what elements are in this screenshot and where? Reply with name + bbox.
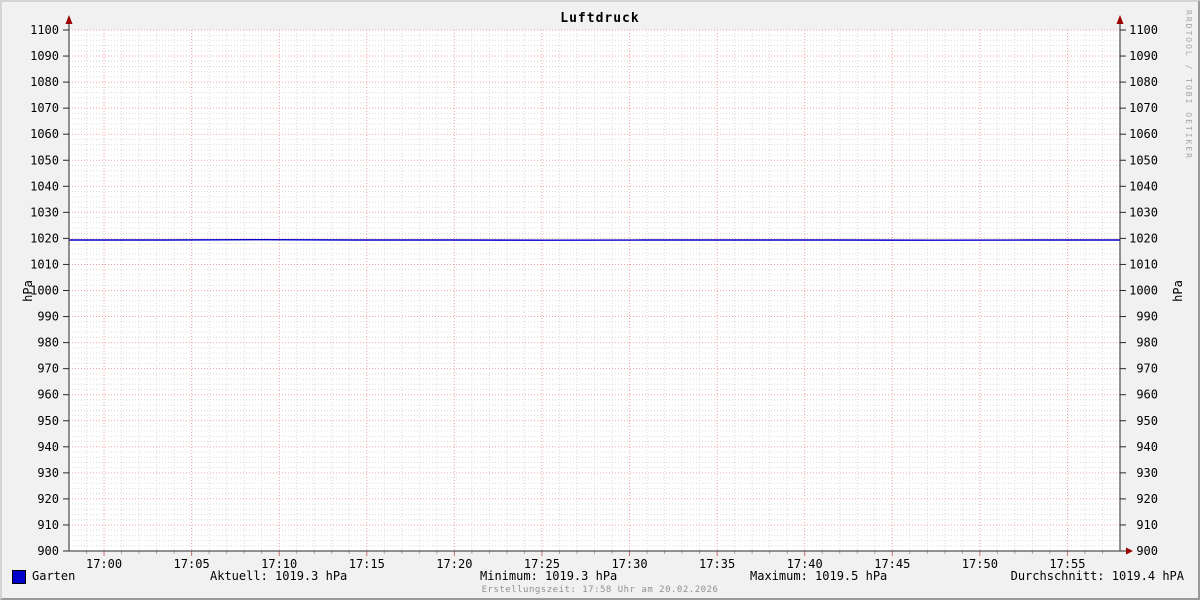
y-tick-label: 1100 <box>30 23 59 37</box>
y-tick-label: 1050 <box>30 153 59 167</box>
y-tick-label: 1060 <box>1129 127 1158 141</box>
legend-row: Garten Aktuell: 1019.3 hPa Minimum: 1019… <box>2 569 1198 585</box>
right-arrow-icon <box>1126 548 1133 555</box>
up-arrow-icon <box>1117 15 1124 24</box>
stat-aktuell: Aktuell: 1019.3 hPa <box>210 569 347 583</box>
y-tick-label: 1040 <box>30 179 59 193</box>
y-tick-label: 1030 <box>1129 205 1158 219</box>
y-tick-label: 1090 <box>30 49 59 63</box>
stat-minimum: Minimum: 1019.3 hPa <box>480 569 617 583</box>
y-tick-label: 990 <box>1136 310 1158 324</box>
y-tick-label: 960 <box>1136 388 1158 402</box>
plot-area: 900 900 910 910 920 920 930 930 940 940 950 950 960 9… <box>2 2 1200 602</box>
legend-swatch-garten <box>12 570 26 584</box>
y-tick-label: 1000 <box>1129 284 1158 298</box>
legend-series-label: Garten <box>32 569 75 583</box>
y-tick-label: 1080 <box>1129 75 1158 89</box>
y-tick-label: 980 <box>1136 336 1158 350</box>
up-arrow-icon <box>66 15 73 24</box>
stat-maximum: Maximum: 1019.5 hPa <box>750 569 887 583</box>
y-tick-label: 1030 <box>30 205 59 219</box>
y-tick-label: 1070 <box>30 101 59 115</box>
y-tick-label: 950 <box>1136 414 1158 428</box>
y-tick-label: 1060 <box>30 127 59 141</box>
y-tick-label: 960 <box>37 388 59 402</box>
stat-durchschnitt: Durchschnitt: 1019.4 hPA <box>1011 569 1184 583</box>
y-tick-label: 930 <box>37 466 59 480</box>
y-tick-label: 970 <box>1136 362 1158 376</box>
y-tick-label: 1100 <box>1129 23 1158 37</box>
y-tick-label: 990 <box>37 310 59 324</box>
x-axis-ticks <box>87 551 1103 556</box>
y-tick-label: 1020 <box>30 231 59 245</box>
y-tick-label: 1040 <box>1129 179 1158 193</box>
y-tick-label: 930 <box>1136 466 1158 480</box>
y-tick-label: 920 <box>1136 492 1158 506</box>
y-tick-label: 900 <box>37 544 59 558</box>
y-tick-label: 920 <box>37 492 59 506</box>
y-tick-label: 910 <box>37 518 59 532</box>
y-tick-label: 950 <box>37 414 59 428</box>
creation-time: Erstellungszeit: 17:58 Uhr am 20.02.2026 <box>2 585 1198 595</box>
y-tick-label: 910 <box>1136 518 1158 532</box>
y-tick-label: 980 <box>37 336 59 350</box>
rrdtool-graph: Luftdruck hPa hPa 9009009109109209209309… <box>0 0 1200 600</box>
y-tick-label: 940 <box>1136 440 1158 454</box>
y-tick-label: 1010 <box>30 257 59 271</box>
y-tick-label: 900 <box>1136 544 1158 558</box>
y-tick-label: 1070 <box>1129 101 1158 115</box>
rrdtool-watermark: RRDTOOL / TOBI OETIKER <box>1184 10 1193 160</box>
y-tick-label: 1010 <box>1129 257 1158 271</box>
y-tick-label: 1080 <box>30 75 59 89</box>
y-tick-label: 940 <box>37 440 59 454</box>
y-tick-label: 1000 <box>30 284 59 298</box>
series-line-garten <box>69 240 1120 241</box>
y-tick-label: 970 <box>37 362 59 376</box>
y-tick-label: 1090 <box>1129 49 1158 63</box>
y-tick-label: 1020 <box>1129 231 1158 245</box>
y-tick-label: 1050 <box>1129 153 1158 167</box>
